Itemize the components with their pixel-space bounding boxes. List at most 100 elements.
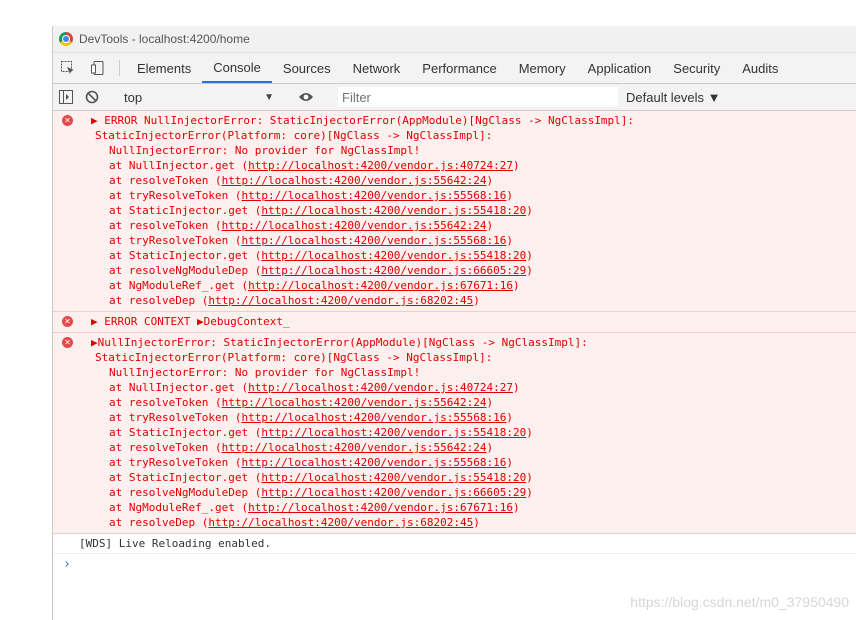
toolbar-divider [119, 60, 120, 76]
stack-paren: ) [506, 189, 513, 202]
context-selector[interactable]: top ▼ [118, 90, 280, 105]
stack-function: at StaticInjector.get ( [109, 204, 262, 217]
console-toolbar: top ▼ Default levels ▼ [53, 84, 856, 111]
filter-input[interactable] [338, 87, 618, 107]
stack-source-link[interactable]: http://localhost:4200/vendor.js:55568:16 [241, 456, 506, 469]
stack-trace-line: at tryResolveToken (http://localhost:420… [53, 188, 856, 203]
error-message-line: StaticInjectorError(Platform: core)[NgCl… [95, 351, 493, 364]
stack-source-link[interactable]: http://localhost:4200/vendor.js:55642:24 [222, 174, 487, 187]
stack-function: at resolveDep ( [109, 516, 209, 529]
stack-paren: ) [506, 234, 513, 247]
stack-source-link[interactable]: http://localhost:4200/vendor.js:67671:16 [248, 501, 513, 514]
stack-source-link[interactable]: http://localhost:4200/vendor.js:66605:29 [261, 486, 526, 499]
stack-paren: ) [512, 501, 520, 514]
stack-function: at StaticInjector.get ( [109, 471, 262, 484]
error-icon: ✕ [62, 115, 73, 126]
stack-trace-line: at NgModuleRef_.get (http://localhost:42… [53, 278, 856, 293]
live-expression-eye-icon[interactable] [293, 84, 319, 110]
stack-trace-line: at resolveNgModuleDep (http://localhost:… [53, 263, 856, 278]
stack-source-link[interactable]: http://localhost:4200/vendor.js:55568:16 [241, 411, 506, 424]
tab-performance[interactable]: Performance [411, 53, 507, 83]
stack-paren: ) [512, 159, 520, 172]
stack-trace-line: at tryResolveToken (http://localhost:420… [53, 233, 856, 248]
stack-paren: ) [526, 471, 533, 484]
stack-trace-line: at resolveDep (http://localhost:4200/ven… [53, 515, 856, 530]
stack-source-link[interactable]: http://localhost:4200/vendor.js:66605:29 [261, 264, 526, 277]
stack-source-link[interactable]: http://localhost:4200/vendor.js:40724:27 [248, 159, 513, 172]
stack-paren: ) [526, 204, 533, 217]
tab-console[interactable]: Console [202, 53, 272, 83]
stack-source-link[interactable]: http://localhost:4200/vendor.js:55418:20 [261, 426, 526, 439]
stack-paren: ) [512, 279, 520, 292]
stack-paren: ) [506, 411, 513, 424]
title-bar: DevTools - localhost:4200/home [53, 26, 856, 53]
console-error-message[interactable]: ✕ ▶ ERROR NullInjectorError: StaticInject… [53, 111, 856, 312]
error-message-head[interactable]: ▶NullInjectorError: StaticInjectorError(… [53, 333, 856, 350]
stack-source-link[interactable]: http://localhost:4200/vendor.js:55642:24 [222, 441, 487, 454]
stack-paren: ) [473, 516, 480, 529]
stack-paren: ) [526, 249, 533, 262]
tab-sources[interactable]: Sources [272, 53, 342, 83]
devtools-window: DevTools - localhost:4200/home Elements C… [52, 26, 856, 620]
stack-trace-line: at resolveToken (http://localhost:4200/v… [53, 395, 856, 410]
stack-trace-line: at NullInjector.get (http://localhost:42… [53, 158, 856, 173]
stack-source-link[interactable]: http://localhost:4200/vendor.js:55418:20 [261, 249, 526, 262]
stack-function: at NullInjector.get ( [109, 159, 249, 172]
window-title: DevTools - localhost:4200/home [79, 32, 250, 46]
stack-source-link[interactable]: http://localhost:4200/vendor.js:55642:24 [222, 219, 487, 232]
device-toolbar-icon[interactable] [83, 53, 113, 83]
stack-function: at resolveNgModuleDep ( [109, 486, 262, 499]
stack-function: at resolveNgModuleDep ( [109, 264, 262, 277]
stack-function: at tryResolveToken ( [109, 456, 242, 469]
sidebar-toggle-icon[interactable] [53, 84, 79, 110]
stack-paren: ) [526, 426, 533, 439]
stack-function: at tryResolveToken ( [109, 411, 242, 424]
stack-trace-line: at tryResolveToken (http://localhost:420… [53, 455, 856, 470]
console-error-message[interactable]: ✕ ▶ ERROR CONTEXT ▶DebugContext_ [53, 312, 856, 333]
tab-elements[interactable]: Elements [126, 53, 202, 83]
stack-paren: ) [526, 264, 533, 277]
stack-trace-line: at tryResolveToken (http://localhost:420… [53, 410, 856, 425]
stack-trace-line: at resolveNgModuleDep (http://localhost:… [53, 485, 856, 500]
stack-paren: ) [486, 441, 494, 454]
watermark: https://blog.csdn.net/m0_37950490 [630, 594, 849, 610]
stack-function: at resolveToken ( [109, 219, 222, 232]
stack-trace-line: at resolveToken (http://localhost:4200/v… [53, 440, 856, 455]
inspect-element-icon[interactable] [53, 53, 83, 83]
stack-function: at resolveToken ( [109, 441, 222, 454]
stack-source-link[interactable]: http://localhost:4200/vendor.js:55568:16 [241, 234, 506, 247]
panel-tab-bar: Elements Console Sources Network Performance… [53, 53, 856, 84]
log-levels-dropdown[interactable]: Default levels ▼ [626, 90, 721, 105]
stack-paren: ) [526, 486, 533, 499]
error-message-head[interactable]: ▶ ERROR NullInjectorError: StaticInjecto… [53, 111, 856, 128]
tab-security[interactable]: Security [662, 53, 731, 83]
tab-memory[interactable]: Memory [508, 53, 577, 83]
error-message-head[interactable]: ▶ ERROR CONTEXT ▶DebugContext_ [53, 312, 856, 329]
console-prompt[interactable]: › [53, 554, 856, 576]
tab-audits[interactable]: Audits [731, 53, 789, 83]
stack-function: at resolveToken ( [109, 396, 222, 409]
stack-source-link[interactable]: http://localhost:4200/vendor.js:55418:20 [261, 204, 526, 217]
clear-console-icon[interactable] [79, 84, 105, 110]
stack-paren: ) [512, 381, 520, 394]
tab-application[interactable]: Application [577, 53, 663, 83]
tab-network[interactable]: Network [342, 53, 412, 83]
stack-source-link[interactable]: http://localhost:4200/vendor.js:55418:20 [261, 471, 526, 484]
console-error-message[interactable]: ✕ ▶NullInjectorError: StaticInjectorError… [53, 333, 856, 534]
stack-source-link[interactable]: http://localhost:4200/vendor.js:40724:27 [248, 381, 513, 394]
stack-source-link[interactable]: http://localhost:4200/vendor.js:67671:16 [248, 279, 513, 292]
stack-function: at StaticInjector.get ( [109, 249, 262, 262]
stack-trace-line: at StaticInjector.get (http://localhost:… [53, 203, 856, 218]
error-message-line: StaticInjectorError(Platform: core)[NgCl… [95, 129, 493, 142]
dropdown-arrow-icon: ▼ [264, 91, 274, 103]
stack-source-link[interactable]: http://localhost:4200/vendor.js:68202:45 [208, 294, 473, 307]
stack-function: at NgModuleRef_.get ( [109, 501, 249, 514]
stack-trace-line: at StaticInjector.get (http://localhost:… [53, 248, 856, 263]
stack-trace-line: at NullInjector.get (http://localhost:42… [53, 380, 856, 395]
stack-paren: ) [486, 396, 494, 409]
stack-source-link[interactable]: http://localhost:4200/vendor.js:55568:16 [241, 189, 506, 202]
stack-trace-line: at resolveToken (http://localhost:4200/v… [53, 173, 856, 188]
stack-source-link[interactable]: http://localhost:4200/vendor.js:55642:24 [222, 396, 487, 409]
stack-source-link[interactable]: http://localhost:4200/vendor.js:68202:45 [208, 516, 473, 529]
stack-function: at resolveToken ( [109, 174, 222, 187]
